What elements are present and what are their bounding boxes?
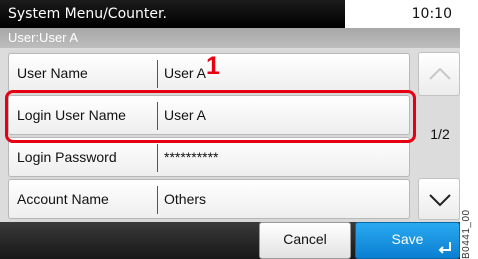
page-indicator: 1/2 xyxy=(430,126,450,142)
screen-title: System Menu/Counter. xyxy=(0,0,345,28)
save-label: Save xyxy=(391,231,424,247)
enter-icon xyxy=(438,242,451,254)
scroll-up-button[interactable] xyxy=(418,52,460,96)
row-label: User Name xyxy=(17,65,88,81)
reference-code: B0441_00 xyxy=(461,209,472,259)
clock: 10:10 xyxy=(411,6,452,22)
context-bar: User:User A xyxy=(0,28,460,48)
row-divider xyxy=(157,102,158,130)
account-name-row[interactable]: Account Name Others xyxy=(8,179,410,219)
row-label: Login Password xyxy=(17,149,117,165)
scroll-down-button[interactable] xyxy=(418,178,460,220)
row-label: Login User Name xyxy=(17,107,126,123)
row-divider xyxy=(157,144,158,172)
chevron-down-icon xyxy=(429,194,451,207)
callout-number: 1 xyxy=(206,52,220,80)
row-value: ********** xyxy=(164,149,219,165)
chevron-up-icon xyxy=(429,67,451,80)
row-value: User A xyxy=(164,65,207,81)
row-divider xyxy=(157,186,158,214)
row-value: User A xyxy=(164,107,207,123)
row-divider xyxy=(157,60,158,88)
row-value: Others xyxy=(164,191,207,207)
row-label: Account Name xyxy=(17,191,109,207)
cancel-button[interactable]: Cancel xyxy=(259,222,351,259)
save-button[interactable]: Save xyxy=(355,222,460,259)
title-bar: System Menu/Counter. 10:10 xyxy=(0,0,460,28)
login-user-name-row[interactable]: Login User Name User A xyxy=(8,95,410,135)
login-password-row[interactable]: Login Password ********** xyxy=(8,137,410,177)
panel-screen: System Menu/Counter. 10:10 User:User A U… xyxy=(0,0,460,259)
